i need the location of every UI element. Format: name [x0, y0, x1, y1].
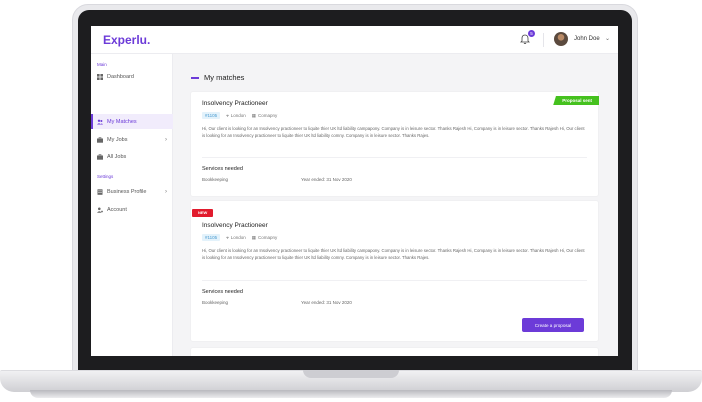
sidebar-item-label: Dashboard: [107, 73, 134, 80]
service-value: Bookkeeping: [202, 300, 229, 305]
main-content: My matches Proposal sent Insolvency Prac…: [173, 54, 618, 356]
brand-logo[interactable]: Experlu.: [103, 33, 150, 47]
card-divider: [202, 157, 587, 158]
sidebar-item-label: My Jobs: [107, 136, 128, 143]
building-icon: [97, 188, 103, 195]
year-end: Year ended: 31 Nov 2020: [301, 177, 352, 182]
services-label: Services needed: [202, 166, 243, 172]
users-icon: [97, 119, 103, 124]
chevron-down-icon[interactable]: ⌄: [605, 35, 610, 42]
sidebar: Main Dashboard My Matches My Jobs › All …: [91, 54, 173, 356]
match-card[interactable]: Proposal sent Insolvency Practioneer #11…: [191, 92, 599, 196]
job-title[interactable]: Insolvency Practioneer: [202, 222, 268, 229]
notification-badge: 5: [528, 30, 535, 37]
laptop-notch: [303, 370, 399, 378]
job-title[interactable]: Insolvency Practioneer: [202, 100, 268, 107]
laptop-mockup: Experlu. 5 John Doe ⌄ Main Dashboard My …: [0, 0, 702, 402]
sidebar-section-main: Main: [97, 62, 107, 67]
location-pin-icon: ⌖: [226, 113, 229, 118]
job-meta: #1105 ⌖ London ▦ Comapny: [202, 234, 277, 241]
grid-icon: [97, 73, 103, 80]
job-location: London: [230, 235, 246, 240]
sidebar-item-account[interactable]: Account: [91, 202, 173, 217]
job-meta: #1105 ⌖ London ▦ Comapny: [202, 112, 277, 119]
year-end: Year ended: 31 Nov 2020: [301, 300, 352, 305]
service-value: Bookkeeping: [202, 177, 229, 182]
briefcase-icon: [97, 153, 103, 160]
building-icon: ▦: [251, 234, 257, 240]
card-divider: [202, 280, 587, 281]
sidebar-item-label: My Matches: [107, 118, 137, 125]
sidebar-item-label: Business Profile: [107, 188, 147, 195]
sidebar-item-label: All Jobs: [107, 153, 127, 160]
job-description: Hi, Our client is looking for an Insolve…: [202, 126, 585, 139]
briefcase-icon: [97, 136, 103, 143]
sidebar-section-settings: Settings: [97, 174, 114, 179]
create-proposal-button[interactable]: Create a proposal: [522, 318, 584, 332]
job-company: Comapny: [258, 113, 278, 118]
status-badge: Proposal sent: [553, 96, 599, 105]
job-description: Hi, Our client is looking for an Insolve…: [202, 248, 585, 261]
job-id-tag: #1105: [202, 112, 221, 119]
header-divider: [543, 33, 544, 47]
page-title: My matches: [204, 73, 245, 82]
app-screen: Experlu. 5 John Doe ⌄ Main Dashboard My …: [91, 26, 618, 356]
building-icon: ▦: [251, 112, 257, 118]
user-name[interactable]: John Doe: [574, 36, 600, 42]
sidebar-item-dashboard[interactable]: Dashboard: [91, 69, 173, 84]
sidebar-item-label: Account: [107, 206, 127, 213]
title-accent-bar: [191, 77, 199, 79]
avatar[interactable]: [554, 32, 568, 46]
sidebar-item-my-jobs[interactable]: My Jobs ›: [91, 132, 173, 147]
location-pin-icon: ⌖: [226, 235, 229, 240]
sidebar-item-my-matches[interactable]: My Matches: [91, 114, 173, 129]
user-cog-icon: [97, 207, 103, 213]
chevron-right-icon: ›: [165, 136, 167, 143]
top-header: Experlu. 5 John Doe ⌄: [91, 26, 618, 54]
new-badge: NEW: [192, 209, 214, 217]
job-company: Comapny: [258, 235, 278, 240]
job-location: London: [230, 113, 246, 118]
chevron-right-icon: ›: [165, 188, 167, 195]
match-card[interactable]: [191, 348, 598, 356]
services-label: Services needed: [202, 289, 243, 295]
sidebar-item-business-profile[interactable]: Business Profile ›: [91, 184, 173, 199]
job-id-tag: #1105: [202, 234, 221, 241]
laptop-base-shadow: [30, 390, 672, 398]
sidebar-item-all-jobs[interactable]: All Jobs: [91, 149, 173, 164]
match-card[interactable]: NEW Insolvency Practioneer #1105 ⌖ London…: [191, 201, 598, 341]
